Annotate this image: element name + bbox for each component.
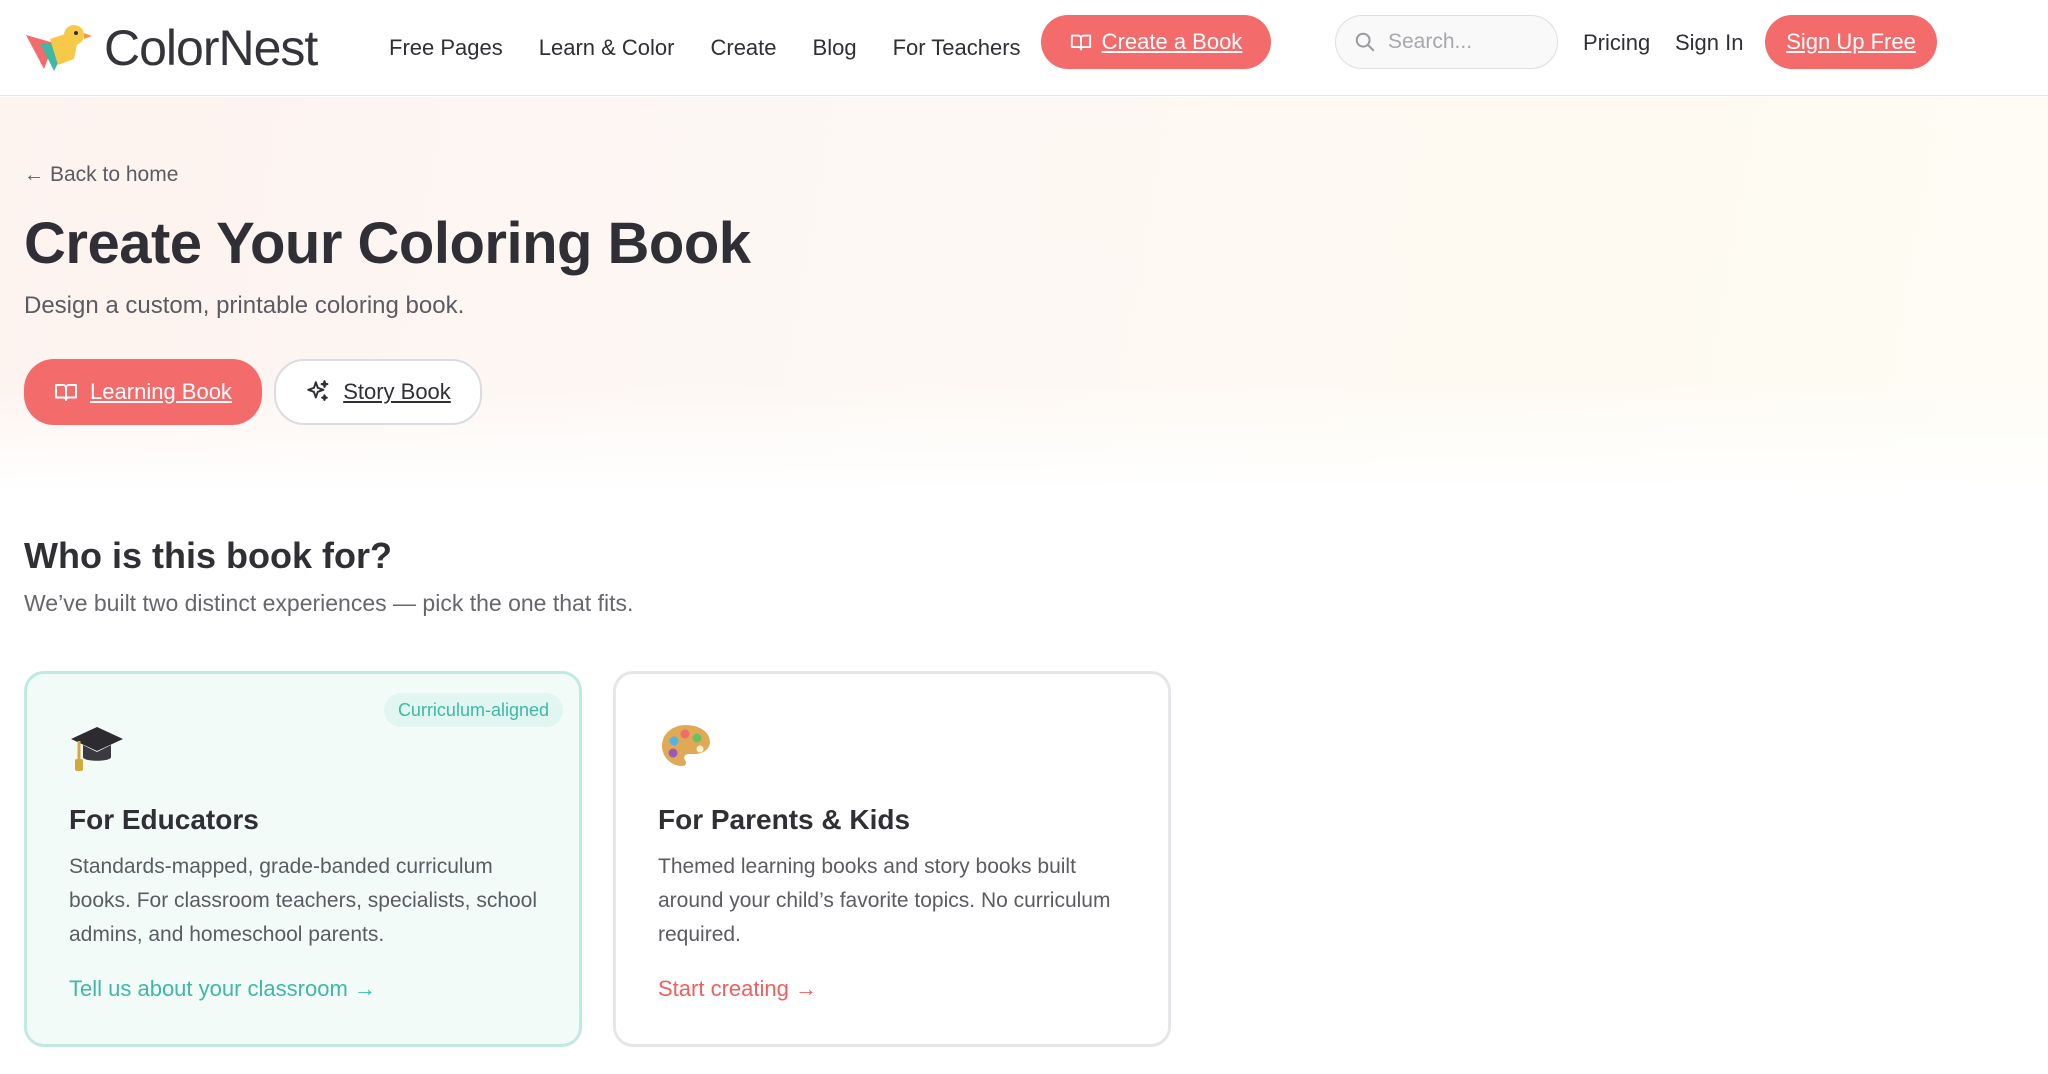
bird-logo-icon: [26, 25, 92, 71]
create-a-book-label: Create a Book: [1101, 29, 1243, 54]
learning-book-tab[interactable]: Learning Book: [24, 359, 262, 425]
back-to-home-link[interactable]: ← Back to home: [24, 163, 178, 187]
for-parents-and-kids-card[interactable]: For Parents & Kids Themed learning books…: [613, 671, 1171, 1047]
arrow-left-icon: ←: [24, 163, 44, 186]
main-nav: Free Pages Learn & Color Create Blog For…: [389, 0, 1057, 96]
search-box[interactable]: [1335, 15, 1558, 69]
section-subtitle: We’ve built two distinct experiences — p…: [24, 590, 634, 616]
story-book-tab[interactable]: Story Book: [274, 359, 482, 425]
learning-book-label: Learning Book: [90, 379, 232, 404]
pricing-link[interactable]: Pricing: [1583, 30, 1650, 56]
sign-up-free-button[interactable]: Sign Up Free: [1765, 15, 1937, 69]
colornest-logo[interactable]: ColorNest: [24, 16, 318, 80]
nav-free-pages[interactable]: Free Pages: [389, 35, 503, 61]
for-educators-card[interactable]: Curriculum-aligned For Educators Standar…: [24, 671, 582, 1047]
artist-palette-icon: [662, 725, 710, 766]
tell-us-about-your-classroom-link[interactable]: Tell us about your classroom →: [69, 976, 376, 1002]
search-input[interactable]: [1388, 30, 1538, 54]
page-title: Create Your Coloring Book: [24, 211, 751, 276]
open-book-icon: [1070, 34, 1091, 51]
back-to-home-label: Back to home: [50, 163, 179, 186]
page-subtitle: Design a custom, printable coloring book…: [24, 292, 465, 319]
create-a-book-button[interactable]: Create a Book: [1041, 15, 1271, 69]
section-title: Who is this book for?: [24, 535, 392, 576]
card-description: Themed learning books and story books bu…: [658, 855, 1111, 946]
nav-for-teachers[interactable]: For Teachers: [893, 35, 1021, 61]
nav-learn-and-color[interactable]: Learn & Color: [539, 35, 675, 61]
sparkles-icon: [307, 380, 329, 401]
search-icon: [1355, 32, 1375, 52]
brand-name: ColorNest: [104, 20, 318, 76]
card-title: For Educators: [69, 804, 259, 835]
graduation-cap-icon: [71, 727, 123, 771]
curriculum-aligned-badge: Curriculum-aligned: [383, 693, 563, 727]
card-title: For Parents & Kids: [658, 804, 911, 835]
nav-create[interactable]: Create: [710, 35, 776, 61]
sign-in-link[interactable]: Sign In: [1675, 30, 1744, 56]
top-navigation-bar: ColorNest Free Pages Learn & Color Creat…: [0, 0, 2048, 96]
nav-blog[interactable]: Blog: [813, 35, 857, 61]
story-book-label: Story Book: [343, 379, 451, 404]
start-creating-link[interactable]: Start creating →: [658, 976, 817, 1002]
open-book-icon: [55, 384, 78, 401]
card-description: Standards-mapped, grade-banded curriculu…: [69, 855, 538, 946]
